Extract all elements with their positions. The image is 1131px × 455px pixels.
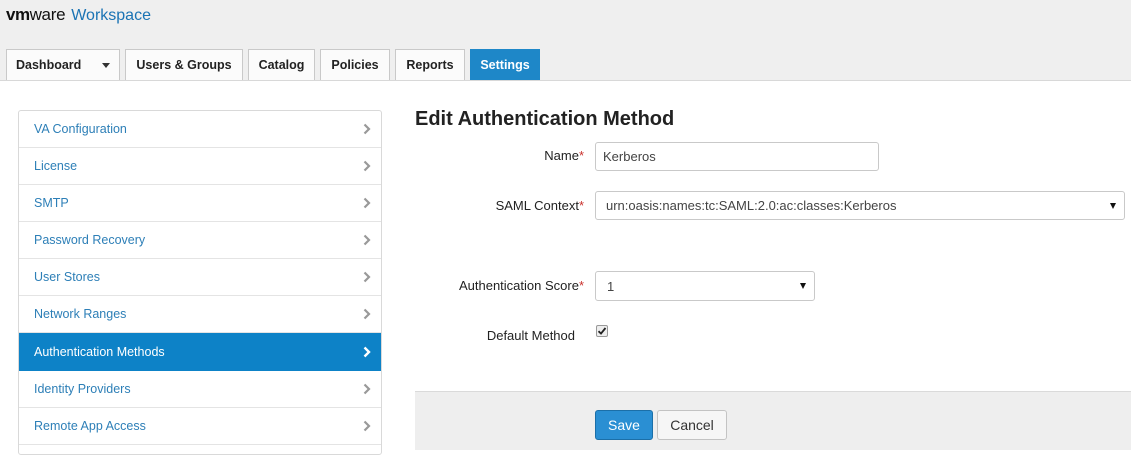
- product-name: Workspace: [71, 7, 151, 24]
- chevron-right-icon: [363, 346, 371, 358]
- sidebar-item-smtp[interactable]: SMTP: [19, 185, 381, 222]
- saml-context-label-text: SAML Context: [495, 198, 579, 213]
- sidebar-item-authentication-methods[interactable]: Authentication Methods: [19, 333, 381, 371]
- save-button[interactable]: Save: [595, 410, 653, 440]
- sidebar-item-label: User Stores: [34, 270, 100, 284]
- tab-catalog-label: Catalog: [258, 58, 305, 72]
- name-label: Name*: [430, 148, 584, 163]
- required-marker: *: [578, 198, 584, 213]
- tab-users-groups[interactable]: Users & Groups: [125, 49, 243, 80]
- chevron-right-icon: [363, 197, 371, 209]
- sidebar-item-identity-providers[interactable]: Identity Providers: [19, 371, 381, 408]
- cancel-button[interactable]: Cancel: [657, 410, 727, 440]
- tab-dashboard[interactable]: Dashboard: [6, 49, 120, 80]
- chevron-right-icon: [363, 234, 371, 246]
- authentication-score-label-text: Authentication Score: [458, 278, 579, 293]
- sidebar-item-va-configuration[interactable]: VA Configuration: [19, 111, 381, 148]
- tab-reports-label: Reports: [406, 58, 454, 72]
- saml-context-value: urn:oasis:names:tc:SAML:2.0:ac:classes:K…: [606, 198, 897, 213]
- chevron-right-icon: [363, 308, 371, 320]
- sidebar-item-password-recovery[interactable]: Password Recovery: [19, 222, 381, 259]
- chevron-down-icon[interactable]: [102, 62, 110, 68]
- authentication-score-value: 1: [607, 278, 615, 294]
- tab-catalog[interactable]: Catalog: [248, 49, 315, 80]
- authentication-score-select[interactable]: 1: [595, 271, 815, 301]
- default-method-checkbox[interactable]: [596, 325, 608, 337]
- sidebar-item-label: Password Recovery: [34, 233, 146, 247]
- required-marker: *: [578, 278, 584, 293]
- sidebar-item-network-ranges[interactable]: Network Ranges: [19, 296, 381, 333]
- logo-ware: ware: [29, 5, 66, 24]
- tab-policies[interactable]: Policies: [320, 49, 390, 80]
- saml-context-select[interactable]: urn:oasis:names:tc:SAML:2.0:ac:classes:K…: [595, 191, 1125, 220]
- top-bar: vm ware Workspace Dashboard Users & Group…: [0, 0, 1131, 81]
- sidebar-item-label: VA Configuration: [34, 122, 127, 136]
- chevron-right-icon: [363, 420, 371, 432]
- chevron-right-icon: [363, 160, 371, 172]
- saml-context-label: SAML Context*: [430, 198, 584, 213]
- sidebar-item-label: Remote App Access: [34, 419, 146, 433]
- tab-users-groups-label: Users & Groups: [136, 58, 232, 72]
- sidebar-item-label: Authentication Methods: [34, 344, 165, 359]
- required-marker: *: [578, 148, 584, 163]
- settings-sidebar: VA Configuration License SMTP Password R…: [18, 110, 382, 455]
- main-tabs: Dashboard Users & Groups Catalog Policie…: [6, 49, 545, 80]
- sidebar-item-user-stores[interactable]: User Stores: [19, 259, 381, 296]
- sidebar-item-remote-app-access[interactable]: Remote App Access: [19, 408, 381, 445]
- chevron-right-icon: [363, 123, 371, 135]
- vmware-logo: vm ware Workspace: [6, 5, 151, 27]
- chevron-down-icon: [800, 283, 806, 289]
- sidebar-item-label: License: [34, 159, 78, 173]
- default-method-label: Default Method: [486, 328, 575, 343]
- name-field[interactable]: Kerberos: [595, 142, 879, 171]
- form-footer: [415, 391, 1131, 450]
- tab-policies-label: Policies: [331, 58, 379, 72]
- chevron-down-icon: [1110, 202, 1116, 209]
- logo-vm: vm: [6, 5, 30, 24]
- chevron-right-icon: [363, 383, 371, 395]
- page-title: Edit Authentication Method: [415, 108, 675, 130]
- authentication-score-label: Authentication Score*: [420, 278, 584, 293]
- checkmark-icon: [597, 327, 607, 335]
- sidebar-item-label: Network Ranges: [34, 307, 127, 321]
- tab-reports[interactable]: Reports: [395, 49, 465, 80]
- name-field-value: Kerberos: [603, 149, 656, 164]
- sidebar-item-label: SMTP: [34, 196, 69, 210]
- sidebar-item-license[interactable]: License: [19, 148, 381, 185]
- tab-dashboard-label: Dashboard: [16, 58, 82, 72]
- name-label-text: Name: [544, 148, 579, 163]
- tab-settings[interactable]: Settings: [470, 49, 540, 80]
- chevron-right-icon: [363, 271, 371, 283]
- tab-settings-label: Settings: [480, 58, 530, 72]
- sidebar-item-label: Identity Providers: [34, 382, 131, 396]
